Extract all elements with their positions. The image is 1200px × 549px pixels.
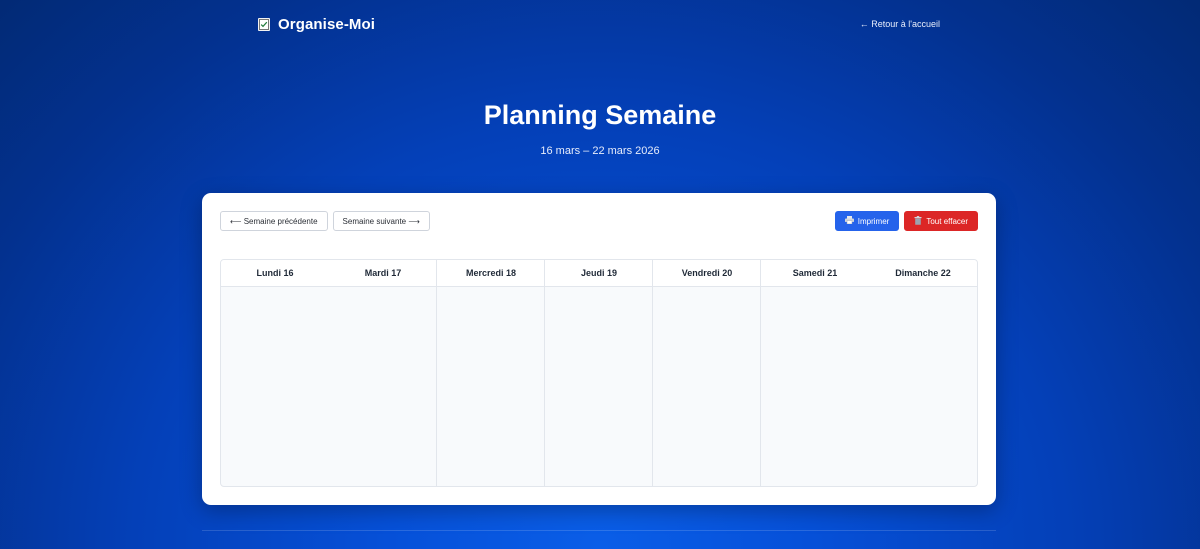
week-calendar-grid: Lundi 16 Mardi 17 Mercredi 18 Jeudi 19 V… — [220, 259, 978, 487]
print-button[interactable]: Imprimer — [834, 211, 900, 231]
column-divider — [760, 260, 761, 486]
brand[interactable]: Organise-Moi — [258, 16, 375, 33]
previous-week-button[interactable]: ⟵ Semaine précédente — [220, 211, 328, 231]
printer-icon — [844, 216, 854, 226]
day-column-saturday[interactable] — [761, 287, 869, 486]
footer-divider — [202, 530, 996, 531]
planning-card: ⟵ Semaine précédente Semaine suivante ⟶ … — [202, 193, 996, 505]
hero: Planning Semaine 16 mars – 22 mars 2026 — [0, 100, 1200, 157]
day-header-thursday: Jeudi 19 — [580, 268, 618, 278]
day-column-wednesday[interactable] — [437, 287, 545, 486]
day-column-thursday[interactable] — [545, 287, 653, 486]
clear-all-button[interactable]: Tout effacer — [904, 211, 978, 231]
day-column-tuesday[interactable] — [329, 287, 437, 486]
brand-name: Organise-Moi — [278, 15, 376, 33]
next-week-button[interactable]: Semaine suivante ⟶ — [332, 211, 430, 231]
column-divider — [436, 260, 437, 486]
print-label: Imprimer — [857, 216, 890, 226]
day-column-sunday[interactable] — [869, 287, 977, 486]
column-divider — [544, 260, 545, 486]
week-navigation: ⟵ Semaine précédente Semaine suivante ⟶ — [220, 211, 430, 231]
planning-actions: Imprimer Tout effacer — [834, 211, 978, 231]
day-header-sunday: Dimanche 22 — [895, 268, 951, 278]
column-divider — [652, 260, 653, 486]
week-date-range: 16 mars – 22 mars 2026 — [540, 145, 660, 157]
checklist-icon — [258, 17, 270, 31]
day-column-friday[interactable] — [653, 287, 761, 486]
top-navigation: Organise-Moi ← Retour à l'accueil — [258, 14, 940, 34]
clear-all-label: Tout effacer — [926, 216, 968, 226]
planning-toolbar: ⟵ Semaine précédente Semaine suivante ⟶ … — [220, 211, 978, 231]
page-title: Planning Semaine — [483, 100, 717, 130]
day-header-friday: Vendredi 20 — [681, 268, 733, 278]
week-calendar-header: Lundi 16 Mardi 17 Mercredi 18 Jeudi 19 V… — [221, 260, 977, 287]
day-column-monday[interactable] — [221, 287, 329, 486]
back-home-link[interactable]: ← Retour à l'accueil — [860, 19, 940, 29]
day-header-tuesday: Mardi 17 — [364, 268, 402, 278]
trash-icon — [914, 215, 922, 227]
day-header-wednesday: Mercredi 18 — [465, 268, 517, 278]
day-header-monday: Lundi 16 — [256, 268, 294, 278]
day-header-saturday: Samedi 21 — [792, 268, 838, 278]
